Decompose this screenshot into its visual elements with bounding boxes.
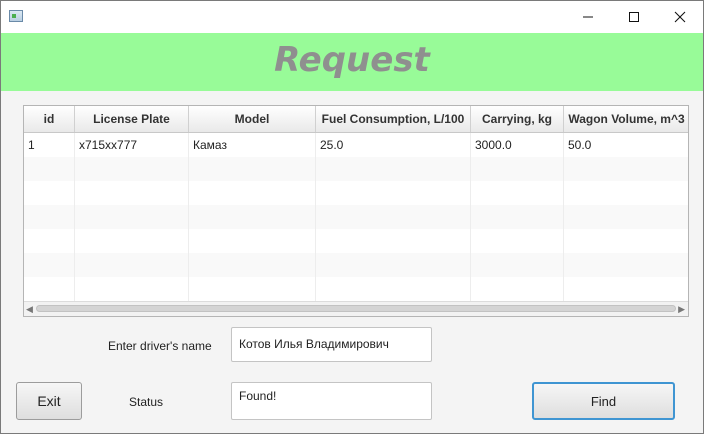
table-row[interactable] <box>24 229 688 253</box>
close-icon <box>674 11 686 23</box>
app-icon <box>9 10 23 22</box>
table-cell <box>471 181 564 205</box>
scroll-left-icon[interactable]: ◀ <box>26 304 33 315</box>
table-cell <box>75 229 189 253</box>
column-header[interactable]: Fuel Consumption, L/100 <box>316 106 471 132</box>
horizontal-scrollbar[interactable]: ◀ ▶ <box>24 301 688 316</box>
table-cell <box>75 205 189 229</box>
exit-button[interactable]: Exit <box>16 382 82 420</box>
driver-name-input[interactable]: Котов Илья Владимирович <box>231 327 432 362</box>
table-cell <box>75 181 189 205</box>
table-cell <box>316 181 471 205</box>
table-cell <box>24 253 75 277</box>
table-cell <box>564 229 688 253</box>
table-cell <box>24 277 75 301</box>
table-cell <box>316 277 471 301</box>
table-row[interactable] <box>24 277 688 301</box>
table-cell <box>24 181 75 205</box>
table-cell <box>75 157 189 181</box>
table-cell <box>75 253 189 277</box>
table-row[interactable]: 1 x715xx777 Камаз 25.0 3000.0 50.0 <box>24 133 688 157</box>
trucks-table[interactable]: id License Plate Model Fuel Consumption, L/… <box>23 105 689 317</box>
table-cell: 25.0 <box>316 133 471 157</box>
column-header[interactable]: id <box>24 106 75 132</box>
table-cell: 50.0 <box>564 133 688 157</box>
table-cell: Камаз <box>189 133 316 157</box>
table-cell <box>189 277 316 301</box>
minimize-icon <box>583 16 593 18</box>
table-cell <box>316 157 471 181</box>
table-cell <box>471 277 564 301</box>
table-cell <box>316 229 471 253</box>
table-cell <box>471 229 564 253</box>
table-cell <box>564 205 688 229</box>
scrollbar-thumb[interactable] <box>36 305 676 312</box>
table-cell <box>471 253 564 277</box>
close-button[interactable] <box>657 1 703 33</box>
column-header[interactable]: License Plate <box>75 106 189 132</box>
status-field: Found! <box>231 382 432 420</box>
table-cell: x715xx777 <box>75 133 189 157</box>
title-bar[interactable] <box>1 1 703 33</box>
driver-name-label: Enter driver's name <box>108 339 212 353</box>
table-cell <box>189 181 316 205</box>
table-cell: 3000.0 <box>471 133 564 157</box>
table-cell <box>189 157 316 181</box>
table-cell <box>75 277 189 301</box>
table-cell <box>564 157 688 181</box>
table-cell <box>471 157 564 181</box>
table-cell <box>24 157 75 181</box>
table-cell <box>564 181 688 205</box>
table-row[interactable] <box>24 181 688 205</box>
column-header[interactable]: Carrying, kg <box>471 106 564 132</box>
status-label: Status <box>129 395 164 409</box>
minimize-button[interactable] <box>565 1 611 33</box>
table-cell <box>316 253 471 277</box>
header-banner: Request <box>1 33 703 91</box>
table-cell <box>189 205 316 229</box>
table-cell <box>189 253 316 277</box>
maximize-button[interactable] <box>611 1 657 33</box>
table-cell <box>471 205 564 229</box>
app-window: Request id License Plate Model Fuel Consump… <box>0 0 704 434</box>
table-cell <box>564 277 688 301</box>
table-cell <box>189 229 316 253</box>
column-header[interactable]: Model <box>189 106 316 132</box>
scroll-right-icon[interactable]: ▶ <box>678 304 685 315</box>
page-title: Request <box>274 40 430 80</box>
table-cell: 1 <box>24 133 75 157</box>
table-cell <box>24 205 75 229</box>
table-body: 1 x715xx777 Камаз 25.0 3000.0 50.0 <box>24 133 688 301</box>
maximize-icon <box>629 12 639 22</box>
find-button[interactable]: Find <box>532 382 675 420</box>
table-row[interactable] <box>24 253 688 277</box>
table-cell <box>24 229 75 253</box>
table-header: id License Plate Model Fuel Consumption, L/… <box>24 106 688 133</box>
table-cell <box>564 253 688 277</box>
table-row[interactable] <box>24 157 688 181</box>
table-cell <box>316 205 471 229</box>
table-row[interactable] <box>24 205 688 229</box>
column-header[interactable]: Wagon Volume, m^3 <box>564 106 688 132</box>
